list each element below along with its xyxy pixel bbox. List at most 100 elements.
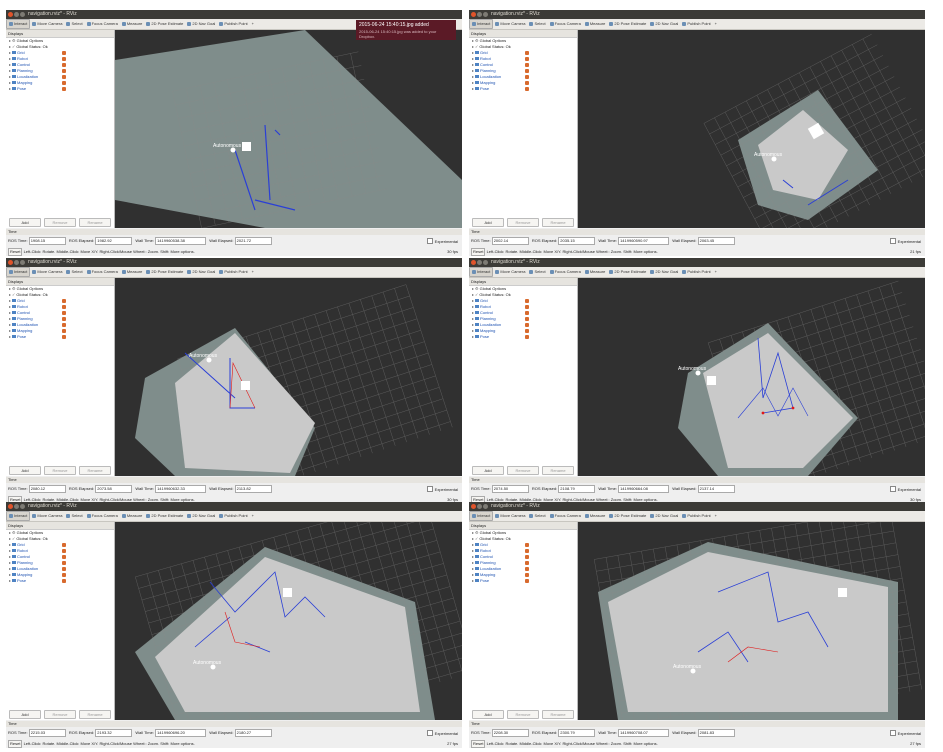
enable-checkbox[interactable] [525, 311, 529, 315]
tool-2d-nav-goal-button[interactable]: 2D Nav Goal [648, 511, 680, 521]
expand-arrow-icon[interactable]: ▸ [9, 292, 11, 297]
enable-checkbox[interactable] [525, 299, 529, 303]
reset-button[interactable]: Reset [471, 248, 486, 256]
expand-arrow-icon[interactable]: ▸ [472, 304, 474, 309]
tool-measure-button[interactable]: Measure [583, 267, 608, 277]
3d-map-view[interactable]: Autonomous [578, 30, 925, 228]
enable-checkbox[interactable] [62, 329, 66, 333]
tool-measure-button[interactable]: Measure [583, 19, 608, 29]
rename-display-button[interactable]: Rename [542, 218, 574, 227]
expand-arrow-icon[interactable]: ▸ [9, 578, 11, 583]
tool-focus-camera-button[interactable]: Focus Camera [548, 267, 583, 277]
minimize-button[interactable] [14, 504, 19, 509]
enable-checkbox[interactable] [62, 69, 66, 73]
tool-move-camera-button[interactable]: Move Camera [30, 19, 64, 29]
window-titlebar[interactable]: navigation.rviz* - RViz [6, 502, 462, 511]
enable-checkbox[interactable] [62, 579, 66, 583]
expand-arrow-icon[interactable]: ▸ [9, 310, 11, 315]
tool-focus-camera-button[interactable]: Focus Camera [85, 19, 120, 29]
enable-checkbox[interactable] [62, 299, 66, 303]
add-display-button[interactable]: Add [472, 218, 504, 227]
enable-checkbox[interactable] [525, 555, 529, 559]
experimental-checkbox[interactable]: Experimental [426, 730, 458, 737]
enable-checkbox[interactable] [62, 561, 66, 565]
expand-arrow-icon[interactable]: ▸ [472, 80, 474, 85]
tool-2d-pose-estimate-button[interactable]: 2D Pose Estimate [607, 511, 648, 521]
expand-arrow-icon[interactable]: ▸ [472, 578, 474, 583]
dropbox-notification[interactable]: 2015-06-24 15:40:15.jpg added 2015-06-24 … [356, 20, 456, 40]
expand-arrow-icon[interactable]: ▸ [9, 560, 11, 565]
enable-checkbox[interactable] [525, 329, 529, 333]
tool-move-camera-button[interactable]: Move Camera [493, 511, 527, 521]
enable-checkbox[interactable] [525, 549, 529, 553]
enable-checkbox[interactable] [525, 81, 529, 85]
expand-arrow-icon[interactable]: ▸ [472, 328, 474, 333]
expand-arrow-icon[interactable]: ▸ [9, 334, 11, 339]
experimental-checkbox[interactable]: Experimental [426, 486, 458, 493]
expand-arrow-icon[interactable]: ▸ [472, 286, 474, 291]
expand-arrow-icon[interactable]: ▸ [472, 560, 474, 565]
enable-checkbox[interactable] [525, 69, 529, 73]
tool-interact-button[interactable]: Interact [6, 19, 31, 29]
maximize-button[interactable] [483, 504, 488, 509]
experimental-checkbox[interactable]: Experimental [889, 486, 921, 493]
enable-checkbox[interactable] [525, 561, 529, 565]
add-tool-button[interactable]: + [713, 511, 719, 521]
enable-checkbox[interactable] [525, 335, 529, 339]
minimize-button[interactable] [477, 12, 482, 17]
tool-interact-button[interactable]: Interact [469, 511, 494, 521]
tool-2d-pose-estimate-button[interactable]: 2D Pose Estimate [144, 19, 185, 29]
tool-select-button[interactable]: Select [64, 267, 84, 277]
tool-select-button[interactable]: Select [527, 19, 547, 29]
tool-select-button[interactable]: Select [527, 267, 547, 277]
3d-map-view[interactable]: Autonomous [115, 278, 462, 476]
add-display-button[interactable]: Add [9, 466, 41, 475]
close-button[interactable] [8, 504, 13, 509]
tool-move-camera-button[interactable]: Move Camera [30, 511, 64, 521]
expand-arrow-icon[interactable]: ▸ [9, 304, 11, 309]
minimize-button[interactable] [477, 260, 482, 265]
maximize-button[interactable] [20, 12, 25, 17]
window-titlebar[interactable]: navigation.rviz* - RViz [469, 258, 925, 267]
display-item[interactable]: ▸ Pose [6, 334, 114, 340]
experimental-checkbox[interactable]: Experimental [889, 238, 921, 245]
expand-arrow-icon[interactable]: ▸ [472, 310, 474, 315]
tool-focus-camera-button[interactable]: Focus Camera [85, 267, 120, 277]
expand-arrow-icon[interactable]: ▸ [9, 80, 11, 85]
remove-display-button[interactable]: Remove [44, 466, 76, 475]
expand-arrow-icon[interactable]: ▸ [472, 68, 474, 73]
expand-arrow-icon[interactable]: ▸ [9, 286, 11, 291]
enable-checkbox[interactable] [525, 51, 529, 55]
tool-interact-button[interactable]: Interact [469, 267, 494, 277]
rename-display-button[interactable]: Rename [79, 466, 111, 475]
tool-publish-point-button[interactable]: Publish Point [217, 19, 249, 29]
enable-checkbox[interactable] [62, 311, 66, 315]
enable-checkbox[interactable] [525, 543, 529, 547]
enable-checkbox[interactable] [62, 573, 66, 577]
enable-checkbox[interactable] [62, 335, 66, 339]
expand-arrow-icon[interactable]: ▸ [472, 572, 474, 577]
expand-arrow-icon[interactable]: ▸ [472, 292, 474, 297]
tool-2d-pose-estimate-button[interactable]: 2D Pose Estimate [607, 267, 648, 277]
rename-display-button[interactable]: Rename [79, 218, 111, 227]
rename-display-button[interactable]: Rename [542, 466, 574, 475]
maximize-button[interactable] [20, 504, 25, 509]
tool-publish-point-button[interactable]: Publish Point [217, 267, 249, 277]
tool-2d-pose-estimate-button[interactable]: 2D Pose Estimate [144, 267, 185, 277]
expand-arrow-icon[interactable]: ▸ [472, 56, 474, 61]
expand-arrow-icon[interactable]: ▸ [472, 44, 474, 49]
3d-map-view[interactable]: Autonomous [115, 522, 462, 720]
tool-interact-button[interactable]: Interact [6, 511, 31, 521]
minimize-button[interactable] [14, 260, 19, 265]
add-display-button[interactable]: Add [9, 710, 41, 719]
tool-2d-nav-goal-button[interactable]: 2D Nav Goal [185, 19, 217, 29]
expand-arrow-icon[interactable]: ▸ [472, 530, 474, 535]
window-titlebar[interactable]: navigation.rviz* - RViz [6, 258, 462, 267]
close-button[interactable] [471, 504, 476, 509]
add-display-button[interactable]: Add [472, 710, 504, 719]
enable-checkbox[interactable] [62, 305, 66, 309]
minimize-button[interactable] [14, 12, 19, 17]
enable-checkbox[interactable] [62, 75, 66, 79]
enable-checkbox[interactable] [62, 567, 66, 571]
rename-display-button[interactable]: Rename [79, 710, 111, 719]
